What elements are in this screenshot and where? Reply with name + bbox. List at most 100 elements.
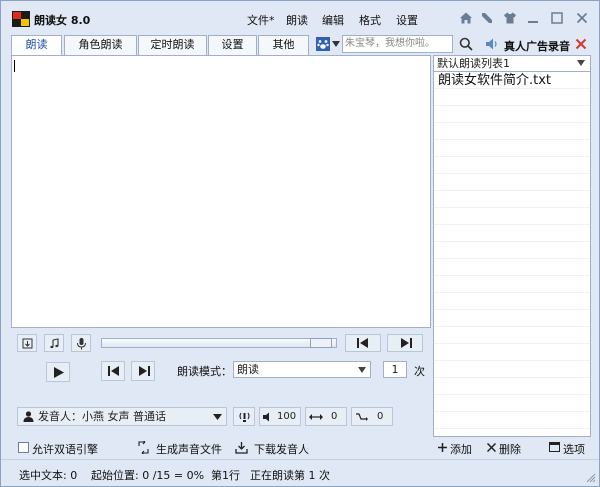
menu-format[interactable]: 格式 [359, 12, 381, 28]
next-button[interactable] [131, 361, 155, 381]
voice-chevron-down-icon [213, 414, 222, 420]
progress-slider-thumb[interactable] [310, 338, 332, 348]
list-row-empty [434, 310, 590, 327]
mode-chevron-down-icon[interactable] [358, 367, 366, 373]
options-icon[interactable] [549, 442, 560, 452]
bottom-toolbar: 允许双语引擎 生成声音文件 下载发音人 添加 删除 选项 [11, 437, 591, 459]
delete-label[interactable]: 删除 [499, 441, 521, 457]
status-start-position: 起始位置: 0 /15 = 0% [91, 469, 205, 482]
text-editor[interactable] [11, 55, 431, 328]
dual-engine-label[interactable]: 允许双语引擎 [32, 441, 98, 457]
import-icon [22, 338, 33, 349]
list-row-empty [434, 191, 590, 208]
voice-label: 发音人：小燕 女声 普通话 [38, 410, 166, 423]
minimize-icon[interactable] [526, 11, 540, 25]
pitch-icon [356, 413, 368, 421]
menu-edit[interactable]: 编辑 [322, 12, 344, 28]
volume-value: 100 [277, 411, 297, 422]
options-label[interactable]: 选项 [563, 441, 585, 457]
speaker-icon [486, 38, 497, 50]
tab-timed-read[interactable]: 定时朗读 [138, 35, 207, 55]
delete-icon[interactable] [487, 443, 496, 452]
list-row-empty [434, 378, 590, 395]
generate-audio-label[interactable]: 生成声音文件 [156, 441, 222, 457]
microphone-icon [77, 338, 86, 350]
generate-audio-icon[interactable] [137, 441, 150, 454]
voice-select[interactable]: 发音人：小燕 女声 普通话 [17, 407, 227, 426]
microphone-button[interactable] [71, 334, 91, 352]
tab-other[interactable]: 其他 [258, 35, 309, 55]
broadcast-icon [239, 412, 250, 422]
close-icon[interactable] [575, 11, 589, 25]
close-ad-icon[interactable] [575, 38, 587, 50]
menu-file[interactable]: 文件* [247, 12, 275, 28]
tools-icon[interactable] [480, 11, 494, 25]
next-paragraph-button[interactable] [387, 334, 423, 352]
volume-icon [263, 412, 269, 422]
download-icon[interactable] [235, 441, 248, 454]
playlist-chevron-down-icon[interactable] [577, 60, 585, 66]
list-row-empty [434, 361, 590, 378]
add-label[interactable]: 添加 [450, 441, 472, 457]
app-title: 朗读女 8.0 [34, 14, 91, 27]
search-icon[interactable] [459, 37, 473, 51]
volume-control[interactable]: 100 [259, 407, 301, 426]
progress-slider[interactable] [101, 338, 337, 348]
menu-read[interactable]: 朗读 [286, 12, 308, 28]
menu-settings[interactable]: 设置 [396, 12, 418, 28]
status-bar: 选中文本: 0 起始位置: 0 /15 = 0% 第1行 正在朗读第 1 次 [1, 459, 599, 486]
list-row-empty [434, 208, 590, 225]
pitch-value: 0 [377, 411, 384, 422]
app-logo-icon [12, 11, 30, 27]
list-row-empty [434, 89, 590, 106]
baidu-paw-icon[interactable] [316, 37, 330, 51]
list-row-empty [434, 327, 590, 344]
repeat-unit-label: 次 [414, 365, 425, 378]
list-item[interactable]: 朗读女软件简介.txt [434, 72, 590, 89]
playlist: 朗读女软件简介.txt [433, 72, 591, 437]
text-caret [14, 60, 15, 72]
prev-button[interactable] [101, 361, 125, 381]
resize-grip-icon[interactable] [586, 473, 596, 483]
home-icon[interactable] [459, 11, 473, 25]
download-voice-label[interactable]: 下载发音人 [254, 441, 309, 457]
add-icon[interactable] [438, 443, 447, 452]
tts-input[interactable]: 朱宝琴，我想你啦。 [342, 35, 453, 53]
shirt-icon[interactable] [503, 11, 517, 25]
voice-settings-button[interactable] [233, 407, 255, 426]
skip-back-icon [357, 338, 368, 348]
prev-paragraph-button[interactable] [345, 334, 381, 352]
tab-read[interactable]: 朗读 [11, 35, 62, 56]
title-bar: 朗读女 8.0 文件* 朗读 编辑 格式 设置 [1, 1, 599, 35]
chevron-down-icon[interactable] [332, 41, 340, 47]
list-row-empty [434, 293, 590, 310]
app-window: 朗读女 8.0 文件* 朗读 编辑 格式 设置 朗读 角色朗读 定时朗读 设置 … [0, 0, 600, 487]
speed-arrows-icon [309, 414, 323, 420]
list-row-empty [434, 106, 590, 123]
play-icon [54, 367, 64, 378]
playlist-select[interactable]: 默认朗读列表1 [433, 55, 591, 72]
play-button[interactable] [46, 362, 70, 382]
speed-control[interactable]: 0 [305, 407, 347, 426]
status-selected-text: 选中文本: 0 [19, 469, 78, 482]
list-row-empty [434, 157, 590, 174]
music-note-icon [50, 338, 59, 349]
dual-engine-checkbox[interactable] [18, 442, 29, 453]
pitch-control[interactable]: 0 [351, 407, 393, 426]
tab-role-read[interactable]: 角色朗读 [64, 35, 137, 55]
music-button[interactable] [44, 334, 64, 352]
repeat-count-input[interactable]: 1 [383, 361, 407, 378]
tab-settings[interactable]: 设置 [208, 35, 257, 55]
list-row-empty [434, 140, 590, 157]
restore-icon[interactable] [550, 11, 564, 25]
mode-select[interactable]: 朗读 [233, 361, 371, 378]
list-row-empty [434, 174, 590, 191]
list-row-empty [434, 242, 590, 259]
control-panel: 朗读模式： 朗读 1 次 发音人：小燕 女声 普通话 100 0 0 [11, 328, 431, 436]
list-row-empty [434, 123, 590, 140]
next-icon [139, 366, 150, 376]
skip-forward-icon [401, 338, 412, 348]
import-button[interactable] [17, 334, 37, 352]
list-row-empty [434, 225, 590, 242]
ad-record-label[interactable]: 真人广告录音 [504, 38, 570, 54]
